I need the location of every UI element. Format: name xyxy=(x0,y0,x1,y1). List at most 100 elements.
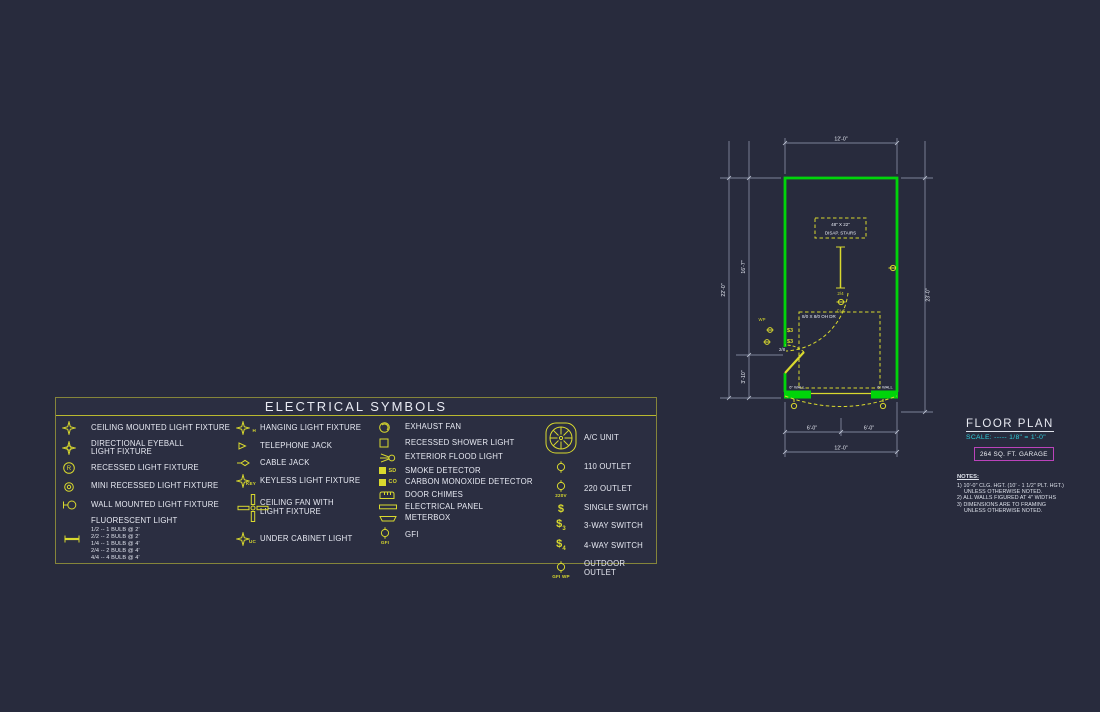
dim-right-label: 23'-0" xyxy=(926,288,932,301)
weatherproof-label: WP xyxy=(759,317,766,322)
front-right-outlet-symbol xyxy=(880,403,885,408)
shower-light-icon xyxy=(373,437,404,449)
electrical-symbols-legend: ELECTRICAL SYMBOLS CEILING MOUNTED LIGHT… xyxy=(55,397,657,564)
legend-item: METERBOX xyxy=(373,514,539,523)
exhaust-fan-icon xyxy=(373,421,404,434)
telephone-jack-icon xyxy=(231,440,259,452)
wall-label-left: 6" WALL xyxy=(789,385,805,390)
legend-item-label: SMOKE DETECTOR xyxy=(405,467,481,476)
smoke-detector-icon: SD xyxy=(373,466,404,475)
mini-recessed-light-icon xyxy=(56,480,90,494)
legend-item-label: 3-WAY SWITCH xyxy=(584,522,643,531)
legend-item-label: DIRECTIONAL EYEBALLLIGHT FIXTURE xyxy=(91,440,184,457)
legend-col-2: HHANGING LIGHT FIXTURE TELEPHONE JACK CABL… xyxy=(231,421,373,584)
legend-item-label: 4-WAY SWITCH xyxy=(584,542,643,551)
entry-door-size-label: 2/8 xyxy=(779,347,786,352)
wall-light-icon xyxy=(56,498,90,512)
keyless-light-icon: KEY xyxy=(231,474,259,488)
legend-item: $33-WAY SWITCH xyxy=(539,519,656,534)
legend-item: $44-WAY SWITCH xyxy=(539,539,656,554)
legend-item: COCARBON MONOXIDE DETECTOR xyxy=(373,478,539,487)
legend-item: $SINGLE SWITCH xyxy=(539,504,656,514)
ac-unit-icon xyxy=(539,421,583,455)
legend-item-label: TELEPHONE JACK xyxy=(260,442,332,451)
plan-labels: 48" X 22" DISAP. STAIRS 8/0 X 8/0 OH DR … xyxy=(759,222,894,390)
legend-item-label: RECESSED SHOWER LIGHT xyxy=(405,439,514,448)
legend-item-label: ELECTRICAL PANEL xyxy=(405,503,483,512)
legend-item: CABLE JACK xyxy=(231,457,373,469)
legend-item-label: RECESSED LIGHT FIXTURE xyxy=(91,464,199,473)
dimension-labels: 12'-0" 22'-0" 16'-7" 3'-10" 23'-0" 6'-0"… xyxy=(721,137,932,452)
co-detector-icon: CO xyxy=(373,478,404,487)
legend-item: TELEPHONE JACK xyxy=(231,440,373,452)
switch-icon: $ xyxy=(539,504,583,514)
legend-item-label: DOOR CHIMES xyxy=(405,491,463,500)
legend-item: 220V220 OUTLET xyxy=(539,479,656,498)
legend-item-label: FLUORESCENT LIGHT1/2 -- 1 BULB @ 2'2/2 -… xyxy=(91,517,177,563)
legend-item: EXHAUST FAN xyxy=(373,421,539,434)
legend-col-3: EXHAUST FAN RECESSED SHOWER LIGHT EXTERIOR… xyxy=(373,421,539,584)
entry-door-leaf xyxy=(785,352,804,373)
legend-item: SDSMOKE DETECTOR xyxy=(373,466,539,475)
garage-area-badge: 264 SQ. FT. GARAGE xyxy=(974,447,1054,461)
legend-item-label: HANGING LIGHT FIXTURE xyxy=(260,424,361,433)
eyeball-light-icon xyxy=(56,441,90,455)
switch-symbol-1: $3 xyxy=(787,328,793,334)
notes-block: NOTES: 1) 10'-0" CLG. HGT. (10' - 1 1/2"… xyxy=(957,474,1100,515)
ceiling-light-icon xyxy=(56,421,90,435)
dim-left-upper-label: 16'-7" xyxy=(741,260,747,273)
legend-item: EXTERIOR FLOOD LIGHT xyxy=(373,452,539,464)
dim-left-lower-label: 3'-10" xyxy=(741,370,747,383)
legend-item: GFIGFI xyxy=(373,526,539,545)
legend-item: ELECTRICAL PANEL xyxy=(373,503,539,512)
legend-col-4: A/C UNIT110 OUTLET220V220 OUTLET$SINGLE … xyxy=(539,421,656,584)
cad-drawing-canvas[interactable]: ELECTRICAL SYMBOLS CEILING MOUNTED LIGHT… xyxy=(0,0,1100,712)
legend-item-label: METERBOX xyxy=(405,514,450,523)
legend-body: CEILING MOUNTED LIGHT FIXTURE DIRECTIONAL… xyxy=(56,416,656,584)
legend-item-label: WALL MOUNTED LIGHT FIXTURE xyxy=(91,501,219,510)
front-left-outlet-symbol xyxy=(791,403,796,408)
switch-4-icon: $4 xyxy=(539,539,583,554)
legend-item-label: KEYLESS LIGHT FIXTURE xyxy=(260,477,360,486)
hanging-light-icon: H xyxy=(231,421,259,435)
dim-left-outer-label: 22'-0" xyxy=(721,283,727,296)
legend-item: HHANGING LIGHT FIXTURE xyxy=(231,421,373,435)
fluorescent-size-list: 1/2 -- 1 BULB @ 2'2/2 -- 2 BULB @ 2'1/4 … xyxy=(91,527,177,562)
switch-symbol-2: $3 xyxy=(787,339,793,345)
fluorescent-icon xyxy=(56,533,90,545)
flood-light-icon xyxy=(373,452,404,464)
legend-col-1: CEILING MOUNTED LIGHT FIXTURE DIRECTIONAL… xyxy=(56,421,231,584)
floor-plan-title: FLOOR PLAN xyxy=(966,418,1054,432)
ceiling-fan-icon xyxy=(231,493,259,523)
ceiling-outlet-label: CLG xyxy=(837,309,846,314)
legend-item: DOOR CHIMES xyxy=(373,490,539,500)
stairs-label: DISAP. STAIRS xyxy=(825,231,856,236)
legend-title: ELECTRICAL SYMBOLS xyxy=(56,398,656,416)
legend-item: CEILING MOUNTED LIGHT FIXTURE xyxy=(56,421,231,435)
stairs-size-label: 48" X 22" xyxy=(831,222,850,227)
legend-item: WALL MOUNTED LIGHT FIXTURE xyxy=(56,498,231,512)
electrical-panel-icon xyxy=(373,503,404,511)
legend-item: KEYKEYLESS LIGHT FIXTURE xyxy=(231,474,373,488)
legend-item: FLUORESCENT LIGHT1/2 -- 1 BULB @ 2'2/2 -… xyxy=(56,517,231,563)
note-line: UNLESS OTHERWISE NOTED. xyxy=(957,508,1100,514)
floor-plan-scale: SCALE: ----- 1/8" = 1'-0" xyxy=(966,434,1046,441)
notes-title: NOTES: xyxy=(957,474,1100,480)
dim-bottom-left-label: 6'-0" xyxy=(807,426,817,432)
dim-bottom-right-label: 6'-0" xyxy=(864,426,874,432)
legend-item: A/C UNIT xyxy=(539,421,656,455)
legend-item-label: 110 OUTLET xyxy=(584,463,631,472)
legend-item: CEILING FAN WITHLIGHT FIXTURE xyxy=(231,493,373,523)
under-cabinet-light-icon: UC xyxy=(231,532,259,546)
legend-item-label: EXTERIOR FLOOD LIGHT xyxy=(405,453,503,462)
plan-symbols xyxy=(764,265,896,408)
outlet-220-icon: 220V xyxy=(539,479,583,498)
fluorescent-size-label: 2/4 xyxy=(837,291,844,296)
legend-item-label: OUTDOOR OUTLET xyxy=(584,560,656,577)
legend-item-label: SINGLE SWITCH xyxy=(584,504,648,513)
legend-item-label: 220 OUTLET xyxy=(584,485,632,494)
overhead-door-label: 8/0 X 8/0 OH DR xyxy=(802,314,837,319)
switch-3-icon: $3 xyxy=(539,519,583,534)
cable-jack-icon xyxy=(231,457,259,469)
legend-item: UCUNDER CABINET LIGHT xyxy=(231,532,373,546)
